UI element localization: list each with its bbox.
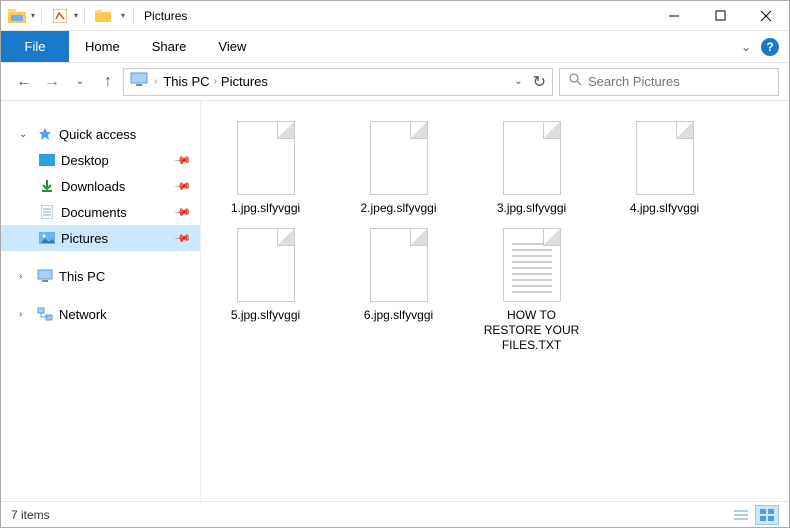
pictures-icon bbox=[39, 230, 55, 246]
sidebar-item-network[interactable]: › Network bbox=[1, 301, 200, 327]
ribbon-tabs: File Home Share View ⌄ ? bbox=[1, 31, 789, 63]
qat-customize-icon[interactable]: ▾ bbox=[121, 11, 125, 20]
desktop-icon bbox=[39, 152, 55, 168]
blank-file-icon bbox=[492, 115, 572, 201]
file-item[interactable]: 3.jpg.slfyvggi bbox=[479, 115, 584, 216]
network-icon bbox=[37, 306, 53, 322]
forward-button[interactable]: → bbox=[39, 69, 65, 95]
text-file-icon bbox=[492, 222, 572, 308]
blank-file-icon bbox=[359, 222, 439, 308]
maximize-button[interactable] bbox=[697, 1, 743, 31]
minimize-button[interactable] bbox=[651, 1, 697, 31]
help-icon[interactable]: ? bbox=[761, 38, 779, 56]
properties-icon[interactable] bbox=[48, 4, 72, 28]
share-tab[interactable]: Share bbox=[136, 31, 203, 62]
blank-file-icon bbox=[625, 115, 705, 201]
address-bar[interactable]: › This PC › Pictures ⌄ ↻ bbox=[123, 68, 553, 96]
file-tab[interactable]: File bbox=[1, 31, 69, 62]
collapse-ribbon-icon[interactable]: ⌄ bbox=[741, 40, 751, 54]
file-item[interactable]: 6.jpg.slfyvggi bbox=[346, 222, 451, 353]
pin-icon: 📌 bbox=[174, 203, 193, 222]
file-name-label: 6.jpg.slfyvggi bbox=[364, 308, 433, 323]
file-item[interactable]: HOW TO RESTORE YOUR FILES.TXT bbox=[479, 222, 584, 353]
blank-file-icon bbox=[226, 115, 306, 201]
search-input[interactable] bbox=[588, 74, 770, 89]
file-name-label: 3.jpg.slfyvggi bbox=[497, 201, 566, 216]
pin-icon: 📌 bbox=[174, 177, 193, 196]
window-title: Pictures bbox=[144, 9, 187, 23]
blank-file-icon bbox=[226, 222, 306, 308]
location-pc-icon bbox=[130, 72, 148, 91]
chevron-down-icon[interactable]: ⌄ bbox=[19, 129, 31, 140]
back-button[interactable]: ← bbox=[11, 69, 37, 95]
chevron-right-icon[interactable]: › bbox=[154, 76, 157, 87]
new-folder-icon[interactable] bbox=[91, 4, 115, 28]
chevron-right-icon[interactable]: › bbox=[19, 309, 31, 320]
search-icon bbox=[568, 72, 582, 91]
recent-locations-icon[interactable]: ⌄ bbox=[67, 69, 93, 95]
status-bar: 7 items bbox=[1, 501, 789, 527]
sidebar-item-desktop[interactable]: Desktop 📌 bbox=[1, 147, 200, 173]
sidebar-item-label: Network bbox=[59, 307, 107, 322]
file-item[interactable]: 2.jpeg.slfyvggi bbox=[346, 115, 451, 216]
refresh-icon[interactable]: ↻ bbox=[533, 72, 546, 92]
downloads-icon bbox=[39, 178, 55, 194]
blank-file-icon bbox=[359, 115, 439, 201]
sidebar-item-this-pc[interactable]: › This PC bbox=[1, 263, 200, 289]
close-button[interactable] bbox=[743, 1, 789, 31]
chevron-right-icon[interactable]: › bbox=[214, 76, 217, 87]
qat-dropdown-icon[interactable]: ▾ bbox=[31, 11, 35, 20]
chevron-right-icon[interactable]: › bbox=[19, 271, 31, 282]
sidebar-item-quick-access[interactable]: ⌄ Quick access bbox=[1, 121, 200, 147]
file-view[interactable]: 1.jpg.slfyvggi 2.jpeg.slfyvggi 3.jpg.slfyv… bbox=[201, 101, 789, 503]
file-item[interactable]: 4.jpg.slfyvggi bbox=[612, 115, 717, 216]
up-button[interactable]: ↑ bbox=[95, 69, 121, 95]
address-dropdown-icon[interactable]: ⌄ bbox=[514, 76, 522, 87]
file-name-label: 1.jpg.slfyvggi bbox=[231, 201, 300, 216]
file-name-label: 2.jpeg.slfyvggi bbox=[360, 201, 436, 216]
pin-icon: 📌 bbox=[174, 229, 193, 248]
address-bar-row: ← → ⌄ ↑ › This PC › Pictures ⌄ ↻ bbox=[1, 63, 789, 101]
sidebar-item-documents[interactable]: Documents 📌 bbox=[1, 199, 200, 225]
sidebar-item-label: Pictures bbox=[61, 231, 108, 246]
documents-icon bbox=[39, 204, 55, 220]
computer-icon bbox=[37, 268, 53, 284]
quick-access-toolbar: ▾ ▾ ▾ bbox=[1, 4, 129, 28]
file-name-label: 4.jpg.slfyvggi bbox=[630, 201, 699, 216]
search-box[interactable] bbox=[559, 68, 779, 96]
file-item[interactable]: 1.jpg.slfyvggi bbox=[213, 115, 318, 216]
sidebar-item-pictures[interactable]: Pictures 📌 bbox=[1, 225, 200, 251]
navigation-pane: ⌄ Quick access Desktop 📌 Downloads 📌 Doc… bbox=[1, 101, 201, 503]
home-tab[interactable]: Home bbox=[69, 31, 136, 62]
sidebar-item-label: Quick access bbox=[59, 127, 136, 142]
thumbnails-view-button[interactable] bbox=[755, 505, 779, 525]
sidebar-item-label: Documents bbox=[61, 205, 127, 220]
folder-icon[interactable] bbox=[5, 4, 29, 28]
sidebar-item-label: Downloads bbox=[61, 179, 125, 194]
details-view-button[interactable] bbox=[729, 505, 753, 525]
breadcrumb-this-pc[interactable]: This PC bbox=[163, 74, 209, 89]
item-count: 7 items bbox=[11, 508, 50, 522]
file-item[interactable]: 5.jpg.slfyvggi bbox=[213, 222, 318, 353]
breadcrumb-current[interactable]: Pictures bbox=[221, 74, 268, 89]
star-icon bbox=[37, 126, 53, 142]
sidebar-item-downloads[interactable]: Downloads 📌 bbox=[1, 173, 200, 199]
title-bar: ▾ ▾ ▾ Pictures bbox=[1, 1, 789, 31]
file-name-label: HOW TO RESTORE YOUR FILES.TXT bbox=[479, 308, 584, 353]
sidebar-item-label: This PC bbox=[59, 269, 105, 284]
qat-dropdown-icon[interactable]: ▾ bbox=[74, 11, 78, 20]
view-tab[interactable]: View bbox=[202, 31, 262, 62]
file-name-label: 5.jpg.slfyvggi bbox=[231, 308, 300, 323]
pin-icon: 📌 bbox=[174, 151, 193, 170]
sidebar-item-label: Desktop bbox=[61, 153, 109, 168]
